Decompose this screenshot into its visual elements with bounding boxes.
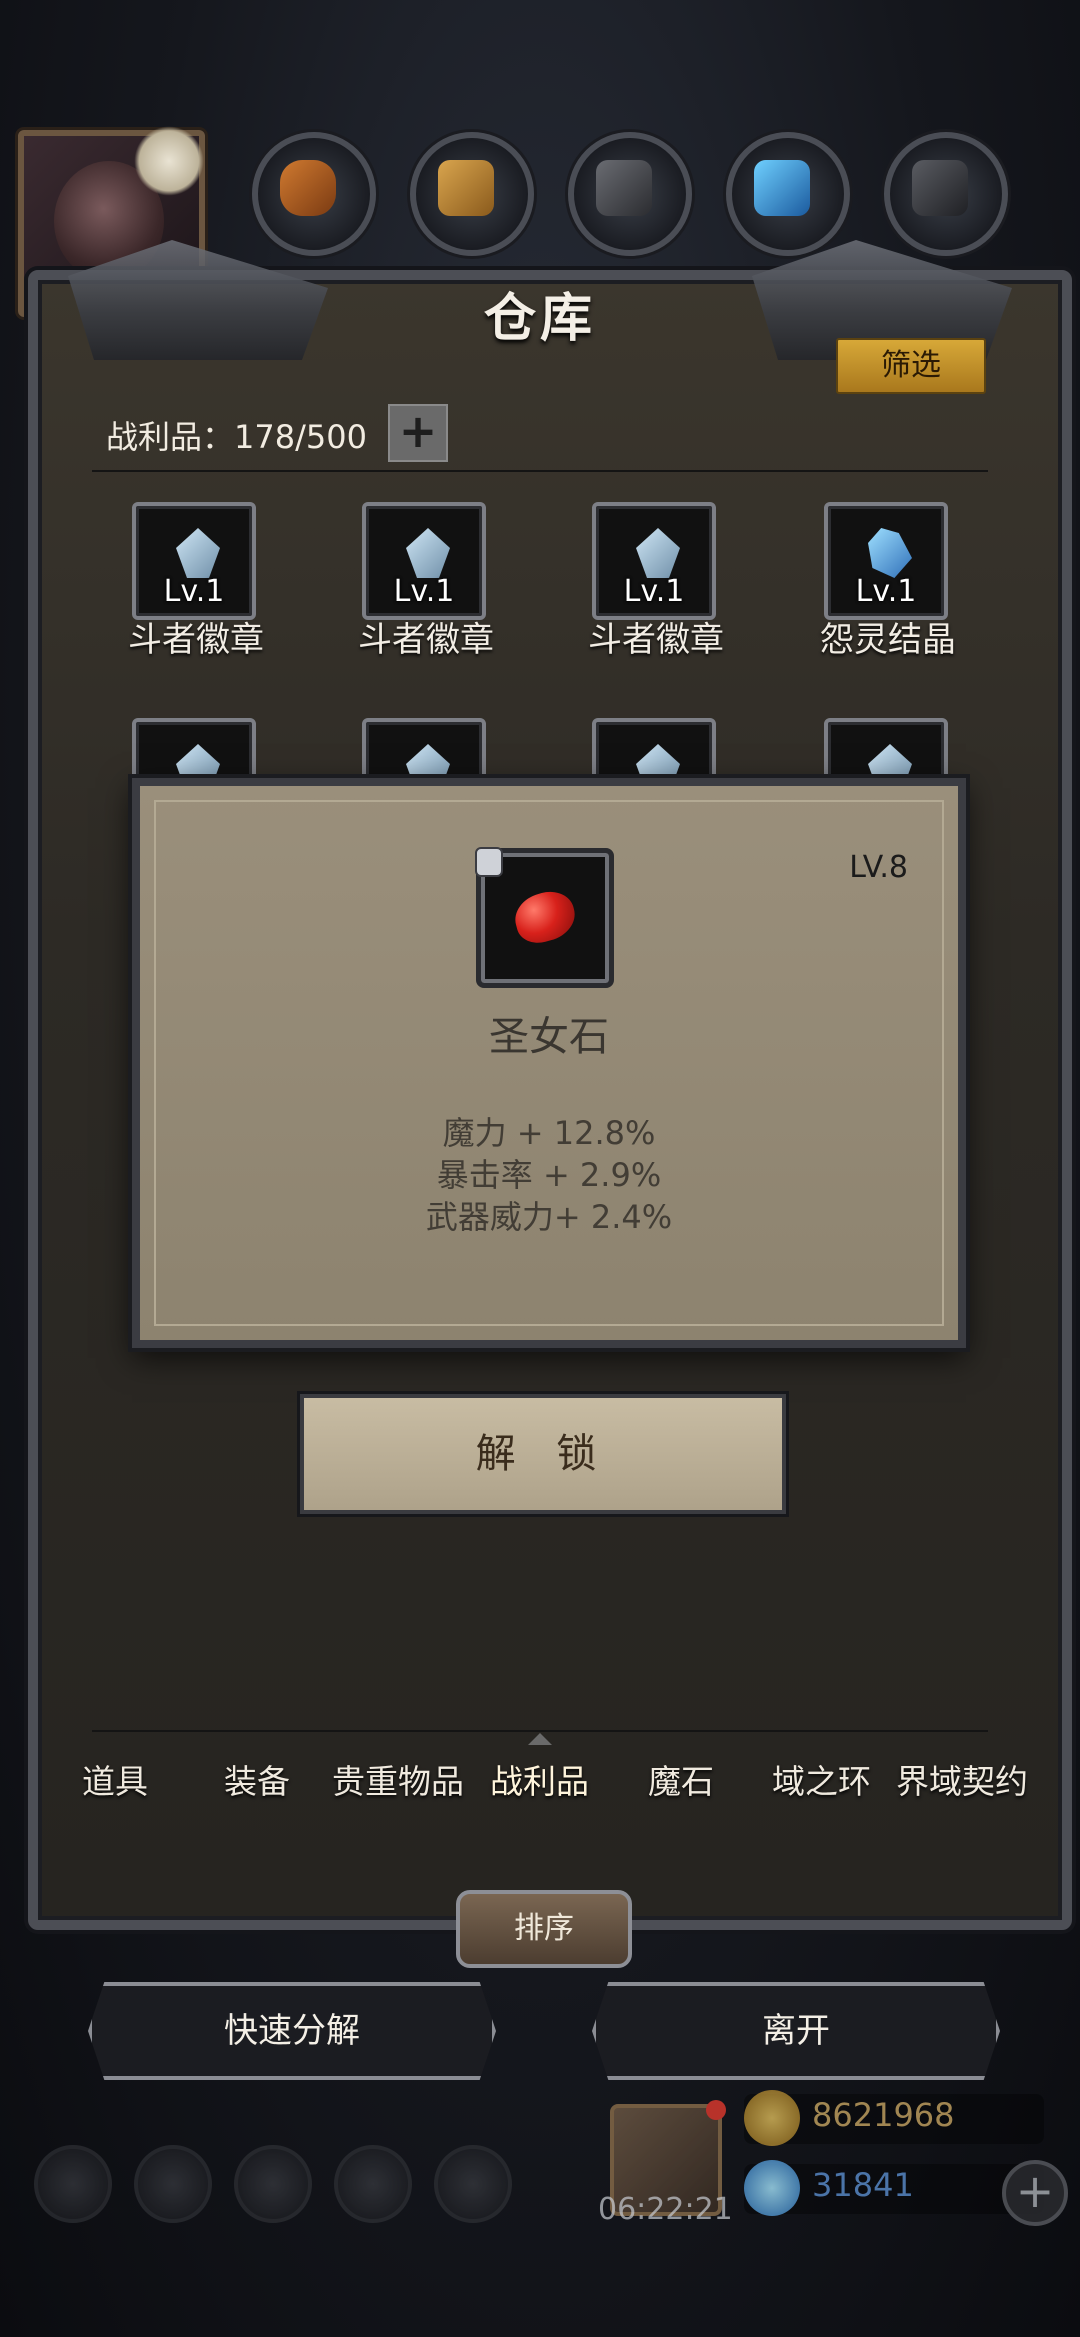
tab-domain-ring[interactable]: 域之环 — [772, 1755, 871, 1803]
sort-button[interactable]: 排序 — [456, 1890, 632, 1968]
red-stone-icon — [509, 886, 581, 948]
quick-decompose-button[interactable]: 快速分解 — [88, 1982, 496, 2080]
item-level: Lv.1 — [163, 574, 225, 609]
star-icon[interactable] — [134, 2145, 212, 2223]
gem-icon — [744, 2160, 800, 2216]
crystal-icon — [868, 528, 912, 578]
loot-capacity-label: 战利品：178/500 — [106, 418, 367, 456]
item-name: 斗者徽章 — [128, 620, 264, 660]
wood-log-icon[interactable] — [252, 132, 376, 256]
grid-item-1[interactable]: Lv.1 — [132, 502, 256, 622]
crystal-icon[interactable] — [726, 132, 850, 256]
chest-icon[interactable] — [434, 2145, 512, 2223]
item-level: Lv.1 — [623, 574, 685, 609]
item-detail-popup: LV.8 圣女石 魔力 + 12.8% 暴击率 + 2.9% 武器威力+ 2.4… — [132, 778, 966, 1348]
filter-button[interactable]: 筛选 — [836, 338, 986, 394]
unlock-button[interactable]: 解 锁 — [300, 1394, 786, 1514]
divider-bottom — [92, 1730, 988, 1732]
plank-icon[interactable] — [410, 132, 534, 256]
divider-top — [92, 470, 988, 472]
tab-props[interactable]: 道具 — [82, 1755, 148, 1803]
plus-icon: + — [398, 404, 438, 458]
stat-magic: 魔力 + 12.8% — [442, 1114, 656, 1152]
item-icon-slot — [475, 847, 614, 988]
item-name: 斗者徽章 — [588, 620, 724, 660]
grid-item-2[interactable]: Lv.1 — [362, 502, 486, 622]
item-name: 怨灵结晶 — [820, 620, 956, 660]
item-level: Lv.1 — [855, 574, 917, 609]
tab-realm-contract[interactable]: 界域契约 — [896, 1755, 1028, 1803]
gold-currency: 8621968 — [744, 2090, 1044, 2146]
grid-item-4[interactable]: Lv.1 — [824, 502, 948, 622]
tab-valuables[interactable]: 贵重物品 — [332, 1755, 464, 1803]
active-tab-caret-icon — [528, 1733, 552, 1745]
gold-coin-icon — [744, 2090, 800, 2146]
gate-icon[interactable] — [234, 2145, 312, 2223]
item-name: 斗者徽章 — [358, 620, 494, 660]
badge-icon — [636, 528, 680, 578]
lock-icon — [475, 847, 503, 877]
category-tabs: 道具 装备 贵重物品 战利品 魔石 域之环 界域契约 — [60, 1755, 1040, 1845]
grid-item-3[interactable]: Lv.1 — [592, 502, 716, 622]
stone-block-icon[interactable] — [884, 132, 1008, 256]
badge-icon — [406, 528, 450, 578]
add-currency-icon[interactable]: + — [1002, 2160, 1068, 2226]
stat-weapon-power: 武器威力+ 2.4% — [425, 1198, 673, 1236]
item-level: Lv.1 — [393, 574, 455, 609]
iron-ingot-icon[interactable] — [568, 132, 692, 256]
item-name: 圣女石 — [489, 1014, 609, 1060]
stat-crit: 暴击率 + 2.9% — [436, 1156, 662, 1194]
countdown-timer: 06:22:21 — [598, 2192, 733, 2227]
settings-gear-icon[interactable] — [34, 2145, 112, 2223]
leave-button[interactable]: 离开 — [592, 1982, 1000, 2080]
tab-loot[interactable]: 战利品 — [490, 1755, 589, 1803]
flower-decoration-icon — [134, 126, 204, 196]
expand-capacity-button[interactable]: + — [388, 404, 448, 462]
badge-icon — [176, 528, 220, 578]
tab-equipment[interactable]: 装备 — [224, 1755, 290, 1803]
mail-icon[interactable] — [334, 2145, 412, 2223]
item-level-label: LV.8 — [849, 850, 908, 885]
tab-magic-stone[interactable]: 魔石 — [648, 1755, 714, 1803]
gold-amount: 8621968 — [812, 2096, 955, 2134]
gem-currency: 31841 — [744, 2160, 1044, 2216]
notification-dot — [706, 2100, 726, 2120]
gem-amount: 31841 — [812, 2166, 914, 2204]
